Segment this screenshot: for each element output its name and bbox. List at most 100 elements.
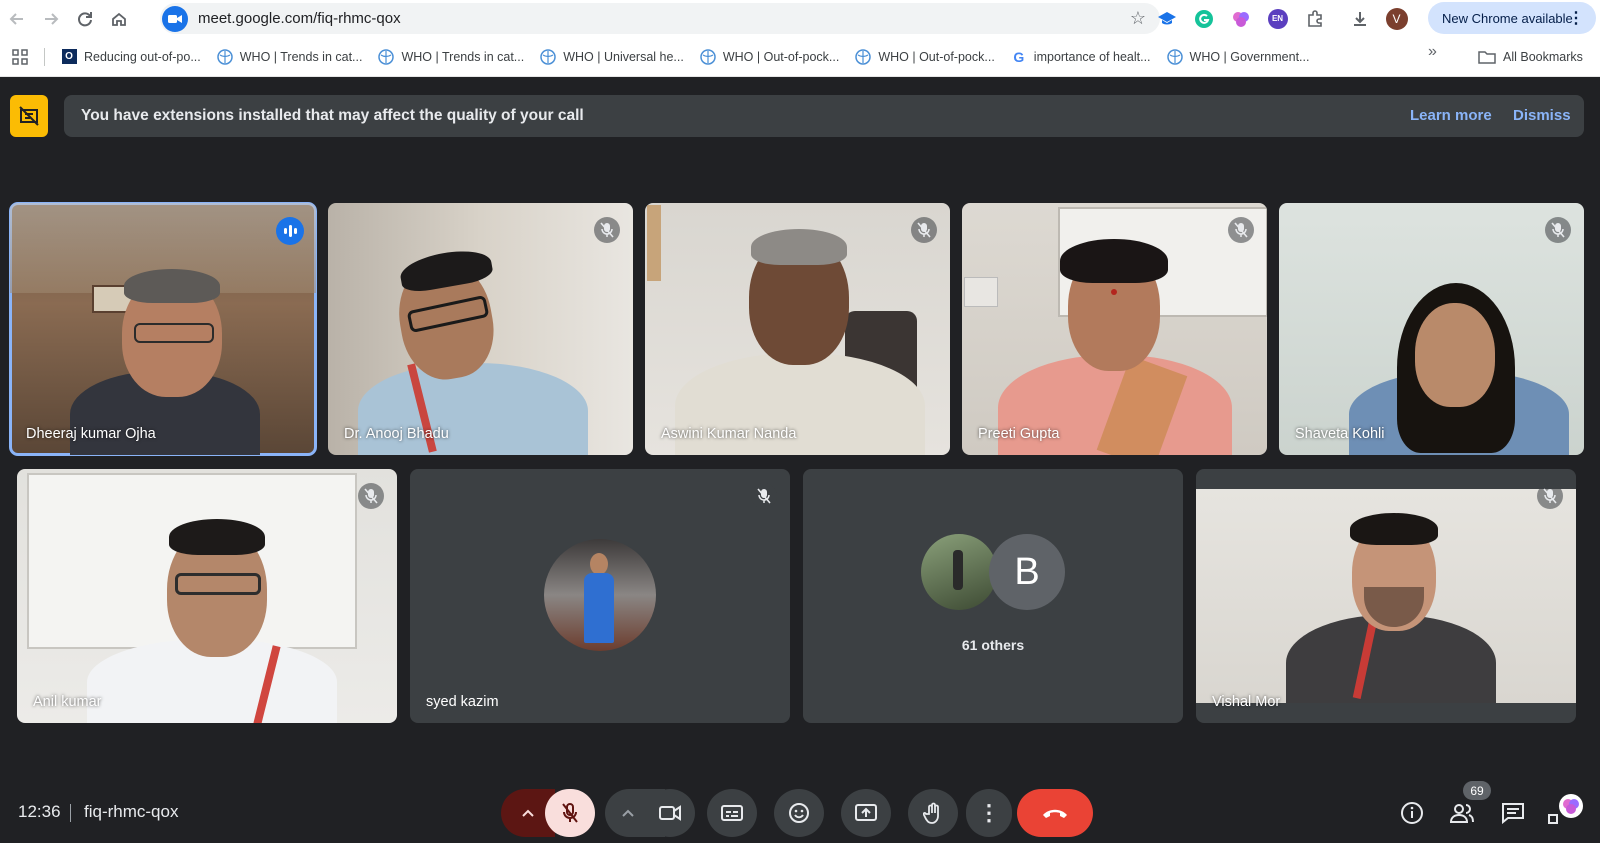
url-text[interactable]: meet.google.com/fiq-rhmc-qox	[198, 10, 401, 27]
site-info-icon[interactable]	[162, 5, 188, 32]
grammarly-extension-icon[interactable]	[1185, 0, 1222, 37]
forward-button[interactable]	[34, 2, 68, 36]
learn-more-link[interactable]: Learn more	[1410, 107, 1492, 124]
new-chrome-available-button[interactable]: New Chrome available ⋮	[1428, 2, 1596, 34]
speaking-indicator-icon	[276, 217, 304, 245]
bindi	[1111, 289, 1117, 295]
end-call-icon	[1043, 809, 1067, 818]
extensions-puzzle-icon[interactable]	[1296, 0, 1333, 37]
microphone-toggle-button[interactable]	[545, 789, 595, 837]
new-chrome-label: New Chrome available	[1442, 10, 1573, 26]
profile-avatar: V	[1385, 7, 1408, 30]
participant-hair	[169, 519, 265, 555]
participant-name: Dr. Anooj Bhadu	[344, 426, 449, 442]
more-bookmarks-chevron-icon[interactable]: »	[1428, 43, 1437, 61]
leave-call-button[interactable]	[1017, 789, 1093, 837]
participant-hair	[1060, 239, 1168, 283]
muted-mic-icon	[1537, 483, 1563, 509]
bookmark-label: WHO | Trends in cat...	[239, 49, 363, 64]
bookmark-item[interactable]: WHO | Out-of-pock...	[847, 43, 1002, 71]
others-count-label: 61 others	[961, 637, 1025, 653]
language-extension-icon[interactable]: EN	[1259, 0, 1296, 37]
bookmarks-divider	[44, 47, 45, 66]
camera-toggle-button[interactable]	[645, 789, 695, 837]
all-bookmarks-button[interactable]: All Bookmarks	[1478, 43, 1583, 71]
wall-frame	[647, 205, 661, 281]
download-icon[interactable]	[1341, 0, 1378, 37]
participant-tile-anil[interactable]: Anil kumar	[17, 469, 397, 723]
info-icon	[1401, 802, 1423, 824]
video-camera-icon	[659, 805, 681, 821]
participant-hair	[1350, 513, 1438, 545]
bookmark-label: WHO | Universal he...	[563, 49, 684, 64]
reload-button[interactable]	[68, 2, 102, 36]
o-favicon: O	[61, 49, 77, 65]
dismiss-button[interactable]: Dismiss	[1513, 107, 1571, 124]
others-tile[interactable]: B 61 others	[803, 469, 1183, 723]
captions-button[interactable]	[707, 789, 757, 837]
bookmark-label: WHO | Government...	[1189, 49, 1310, 64]
apps-grid-icon[interactable]	[0, 37, 40, 77]
more-options-button[interactable]: ⋮	[966, 789, 1012, 837]
participant-tile-shaveta[interactable]: Shaveta Kohli	[1279, 203, 1584, 455]
who-favicon	[540, 48, 556, 65]
participant-name: Vishal Mor	[1212, 694, 1281, 710]
raise-hand-button[interactable]	[908, 789, 958, 837]
participant-tile-anooj[interactable]: Dr. Anooj Bhadu	[328, 203, 633, 455]
raise-hand-icon	[923, 802, 939, 824]
brain-extension-icon	[1559, 794, 1583, 818]
home-button[interactable]	[102, 2, 136, 36]
participant-tile-syed[interactable]: syed kazim	[410, 469, 790, 723]
bookmark-item[interactable]: WHO | Trends in cat...	[370, 43, 532, 71]
meeting-code: fiq-rhmc-qox	[84, 802, 179, 821]
present-screen-button[interactable]	[841, 789, 891, 837]
profile-button[interactable]: V	[1378, 0, 1415, 37]
brain-extension-icon[interactable]	[1222, 0, 1259, 37]
participant-tile-preeti[interactable]: Preeti Gupta	[962, 203, 1267, 455]
chat-button[interactable]	[1497, 797, 1529, 829]
people-icon	[1449, 804, 1474, 823]
bookmark-item[interactable]: WHO | Trends in cat...	[209, 43, 371, 71]
folder-icon	[1478, 51, 1496, 64]
muted-mic-icon	[911, 217, 937, 243]
people-button[interactable]	[1446, 797, 1478, 829]
banner-message: You have extensions installed that may a…	[81, 107, 584, 124]
back-button[interactable]	[0, 2, 34, 36]
more-vert-icon: ⋮	[978, 800, 1000, 825]
emoji-icon	[789, 803, 809, 823]
participant-tile-aswini[interactable]: Aswini Kumar Nanda	[645, 203, 950, 455]
bookmark-item[interactable]: G importance of healt...	[1003, 43, 1159, 71]
mic-off-icon	[562, 803, 578, 823]
participant-hair	[751, 229, 847, 265]
muted-mic-icon	[1545, 217, 1571, 243]
wall-switch	[964, 277, 998, 307]
meeting-details-button[interactable]	[1396, 797, 1428, 829]
bookmark-star-icon[interactable]: ☆	[1130, 8, 1146, 29]
muted-mic-icon	[751, 483, 777, 509]
muted-mic-icon	[358, 483, 384, 509]
glasses	[134, 323, 214, 343]
other-participant-photo	[921, 534, 997, 610]
bookmark-item[interactable]: O Reducing out-of-po...	[53, 43, 209, 71]
present-screen-icon	[855, 804, 877, 821]
chevron-up-icon	[622, 809, 634, 817]
bookmark-item[interactable]: WHO | Universal he...	[532, 43, 692, 71]
avatar-suit	[584, 573, 614, 643]
bookmark-item[interactable]: WHO | Government...	[1159, 43, 1318, 71]
reactions-button[interactable]	[774, 789, 824, 837]
graduation-cap-extension-icon[interactable]	[1148, 0, 1185, 37]
chrome-menu-icon[interactable]: ⋮	[1568, 8, 1584, 28]
glasses	[175, 573, 261, 595]
chevron-up-icon	[522, 809, 534, 817]
participant-video	[1196, 489, 1576, 703]
other-participant-initial: B	[989, 534, 1065, 610]
participant-name: Shaveta Kohli	[1295, 426, 1385, 442]
reload-icon	[78, 11, 92, 26]
participant-tile-vishal[interactable]: Vishal Mor	[1196, 469, 1576, 723]
participant-name: Aswini Kumar Nanda	[661, 426, 797, 442]
address-bar[interactable]: meet.google.com/fiq-rhmc-qox ☆	[160, 3, 1160, 34]
activities-button[interactable]	[1548, 794, 1592, 829]
participant-tile-dheeraj[interactable]: Dheeraj kumar Ojha	[9, 202, 317, 456]
avatar-face	[590, 553, 608, 575]
bookmark-item[interactable]: WHO | Out-of-pock...	[692, 43, 847, 71]
